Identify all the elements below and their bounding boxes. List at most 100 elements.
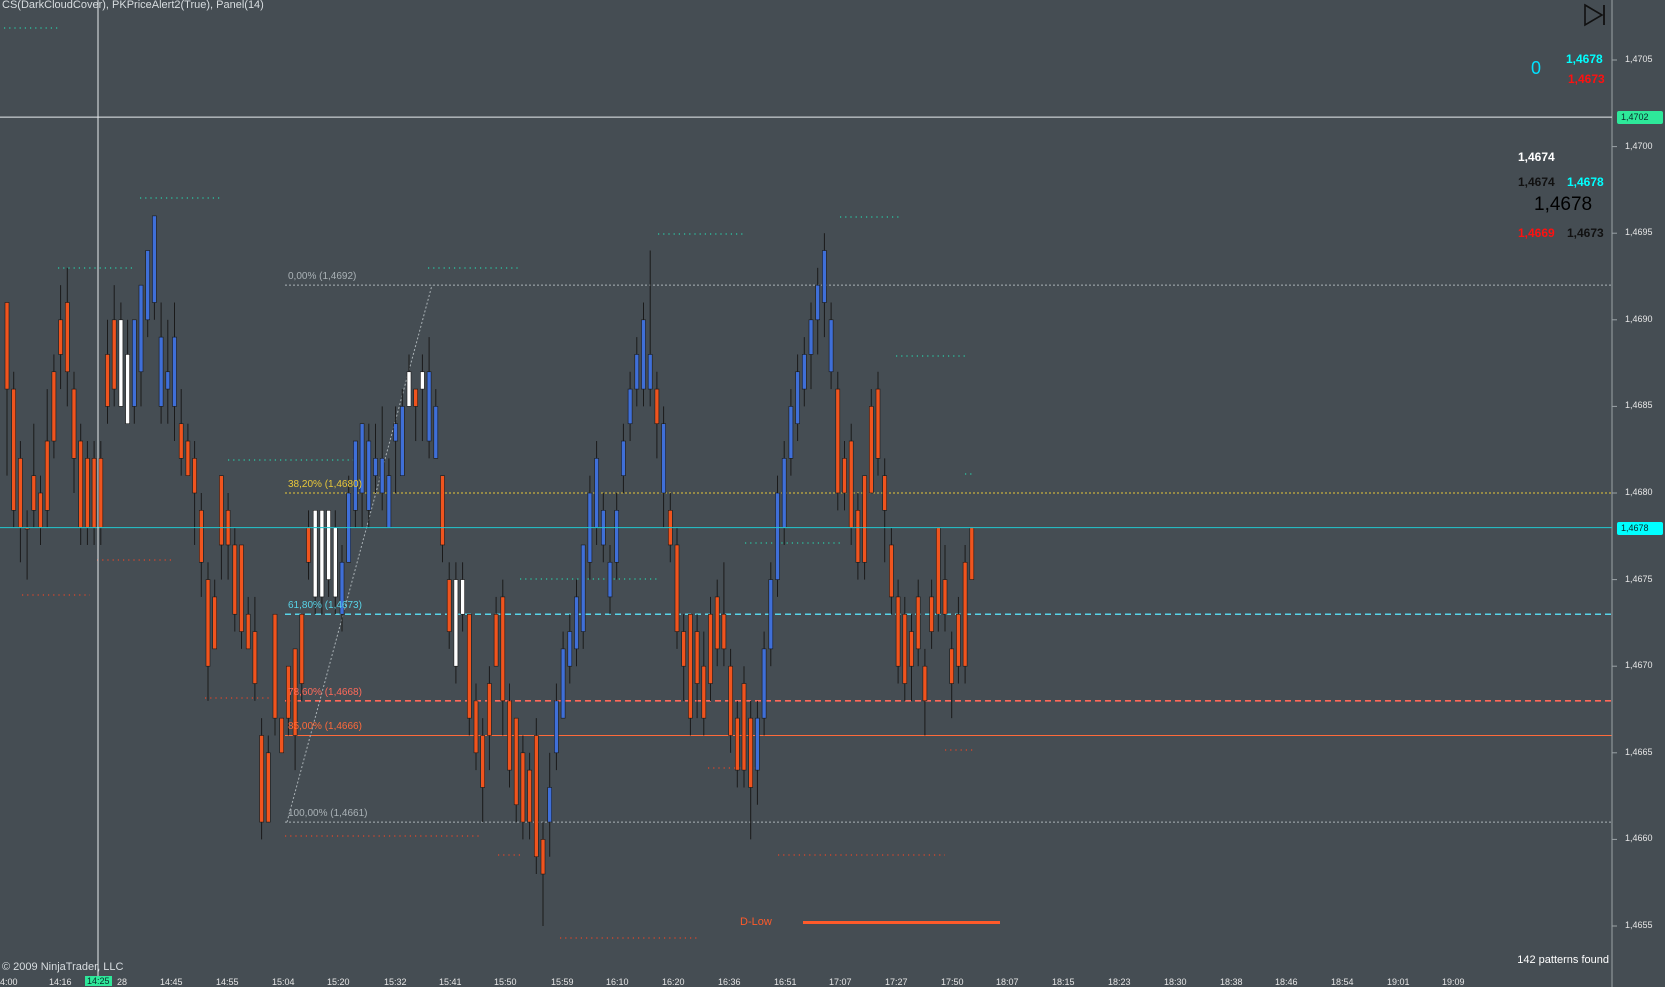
x-tick: 15:32	[384, 977, 407, 987]
candle	[493, 596, 499, 667]
candle-body	[172, 336, 177, 407]
candle	[326, 510, 331, 597]
candle-body	[433, 406, 439, 459]
pattern-dot-markers	[4, 27, 975, 939]
candle-body	[520, 752, 526, 823]
candle-body	[822, 250, 827, 303]
y-tick: 1,4655	[1625, 920, 1653, 930]
candle	[319, 510, 325, 615]
x-tick: 17:07	[829, 977, 852, 987]
candle	[239, 544, 244, 649]
candle-body	[540, 839, 546, 875]
candle-body	[848, 440, 854, 528]
candle-body	[795, 371, 800, 425]
candle	[65, 267, 70, 407]
candle-body	[65, 302, 70, 373]
candle	[815, 267, 821, 355]
candle	[701, 631, 707, 736]
candle	[38, 475, 43, 545]
candle-body	[239, 544, 244, 632]
candle	[822, 233, 827, 338]
candle-body	[406, 371, 412, 407]
candle-body	[473, 700, 479, 754]
candle	[855, 493, 861, 580]
candle	[259, 718, 264, 840]
candle-body	[641, 319, 646, 390]
candle-body	[701, 665, 707, 719]
current-price-tag: 1,4678	[1617, 521, 1663, 535]
candle	[634, 337, 640, 407]
candle	[125, 319, 130, 425]
candle-body	[51, 371, 57, 442]
candle	[895, 579, 901, 684]
candle	[748, 700, 754, 840]
candle	[4, 302, 10, 476]
candle	[775, 475, 780, 597]
candle-body	[44, 440, 50, 511]
candle-body	[815, 284, 821, 321]
skip-to-end-icon[interactable]	[1582, 2, 1608, 28]
candle-body	[185, 440, 191, 476]
candle-body	[714, 596, 720, 650]
candle	[44, 389, 50, 528]
candle	[440, 475, 445, 563]
candle-body	[688, 613, 693, 719]
candle	[835, 371, 841, 511]
candle-body	[480, 735, 486, 788]
fib-label-85: 85,00% (1,4666)	[288, 721, 362, 733]
candle	[480, 718, 486, 823]
candle	[922, 648, 928, 736]
candle	[366, 423, 372, 528]
fib-label-100: 100,00% (1,4661)	[288, 808, 368, 820]
x-tick: 28	[117, 977, 128, 987]
candle-body	[85, 458, 90, 528]
d-low-label: D-Low	[740, 915, 772, 928]
candle-body	[91, 458, 97, 528]
candle-body	[915, 596, 921, 650]
price-chart[interactable]	[0, 0, 1665, 987]
candle	[915, 579, 921, 667]
x-tick: 14:16	[49, 977, 72, 987]
candle-body	[4, 302, 10, 390]
y-tick: 1,4680	[1625, 487, 1653, 497]
candle-body	[513, 717, 519, 806]
candle-body	[942, 579, 948, 615]
candle-body	[681, 631, 687, 667]
candle	[540, 822, 546, 926]
candle-body	[855, 510, 861, 563]
candle-body	[922, 665, 928, 702]
candle	[306, 510, 311, 580]
candle	[24, 510, 30, 580]
candle	[500, 579, 506, 736]
candle	[386, 458, 392, 528]
candle	[768, 562, 774, 667]
candle-body	[500, 596, 506, 702]
candle	[607, 544, 613, 615]
candle-body	[413, 388, 419, 407]
candle	[520, 735, 526, 840]
candle-body	[835, 388, 841, 494]
candle	[272, 613, 278, 736]
candle	[507, 683, 512, 788]
candle	[882, 458, 888, 563]
candle-body	[265, 752, 271, 823]
x-tick: 18:23	[1108, 977, 1131, 987]
candle-body	[962, 561, 968, 667]
candle	[962, 544, 968, 684]
candle-body	[38, 492, 43, 528]
candle	[594, 441, 599, 545]
x-tick-crosshair: 14:25	[85, 976, 112, 986]
candle-body	[71, 388, 77, 459]
candle	[627, 371, 633, 442]
candle-body	[466, 613, 472, 719]
candle	[446, 562, 452, 649]
candle-body	[252, 631, 258, 684]
candle-body	[399, 406, 405, 476]
candle	[755, 700, 760, 805]
candle-body	[547, 787, 553, 823]
chart-window[interactable]: CS(DarkCloudCover), PKPriceAlert2(True),…	[0, 0, 1665, 987]
alert-white: 1,4674	[1518, 150, 1555, 164]
candle-body	[219, 475, 224, 546]
candle	[279, 717, 285, 754]
fib-label-78: 78,60% (1,4668)	[288, 686, 362, 698]
